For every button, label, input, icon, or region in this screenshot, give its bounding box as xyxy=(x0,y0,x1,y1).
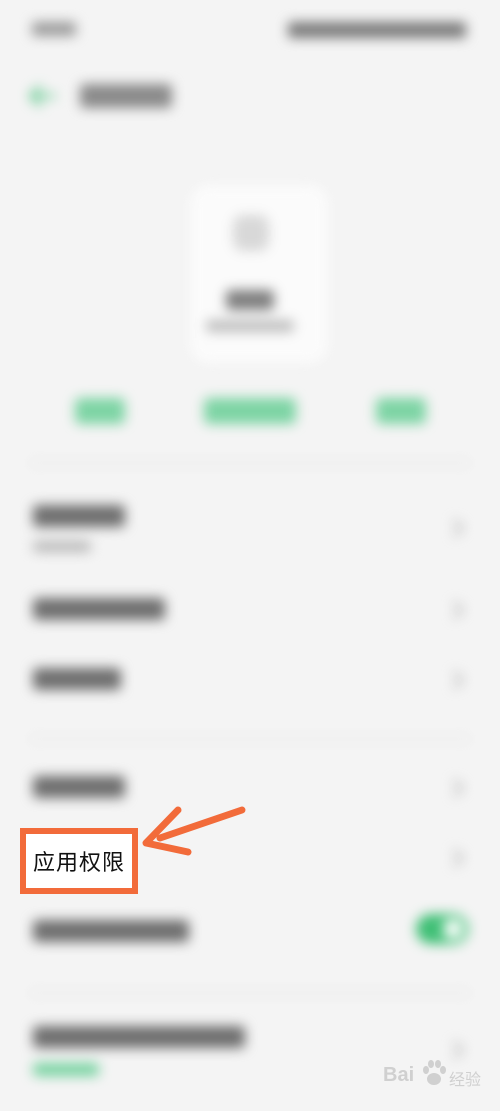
floating-window-toggle[interactable] xyxy=(416,914,468,944)
app-permissions-label: 应用权限 xyxy=(32,851,125,876)
status-time xyxy=(32,22,76,36)
watermark-brand: Bai xyxy=(383,1064,415,1086)
chevron-right-icon xyxy=(452,848,464,868)
uninstall-button[interactable] xyxy=(376,398,426,424)
chevron-right-icon xyxy=(452,600,464,620)
chevron-right-icon xyxy=(452,670,464,690)
status-bar xyxy=(0,0,500,62)
page-title xyxy=(80,84,172,108)
storage-row-value xyxy=(33,541,91,552)
custom-display-row-label[interactable] xyxy=(33,1026,245,1048)
chevron-right-icon xyxy=(452,778,464,798)
back-arrow-icon[interactable] xyxy=(28,84,56,108)
divider xyxy=(30,462,470,464)
app-name xyxy=(226,290,274,310)
title-bar xyxy=(0,62,500,132)
baidu-paw-icon xyxy=(421,1058,447,1088)
chevron-right-icon xyxy=(452,1040,464,1060)
app-version xyxy=(206,320,294,332)
watermark: Bai 经验 xyxy=(383,1058,493,1098)
app-icon xyxy=(233,215,269,251)
data-usage-row-label[interactable] xyxy=(33,598,165,620)
force-stop-button[interactable] xyxy=(204,398,296,424)
annotation-arrow xyxy=(138,800,248,860)
floating-window-row-label[interactable] xyxy=(33,920,189,942)
custom-display-row-value xyxy=(33,1063,99,1076)
divider xyxy=(30,738,470,740)
divider xyxy=(30,992,470,994)
status-icons xyxy=(288,22,466,38)
watermark-product: 经验 xyxy=(449,1070,482,1089)
chevron-right-icon xyxy=(452,518,464,538)
notifications-row-label[interactable] xyxy=(33,776,125,798)
battery-row-label[interactable] xyxy=(33,668,121,690)
app-info-card xyxy=(190,185,328,363)
open-button[interactable] xyxy=(75,398,125,424)
storage-row-label[interactable] xyxy=(33,505,125,527)
app-permissions-row[interactable]: 应用权限 xyxy=(20,828,138,894)
toggle-knob xyxy=(443,919,463,939)
